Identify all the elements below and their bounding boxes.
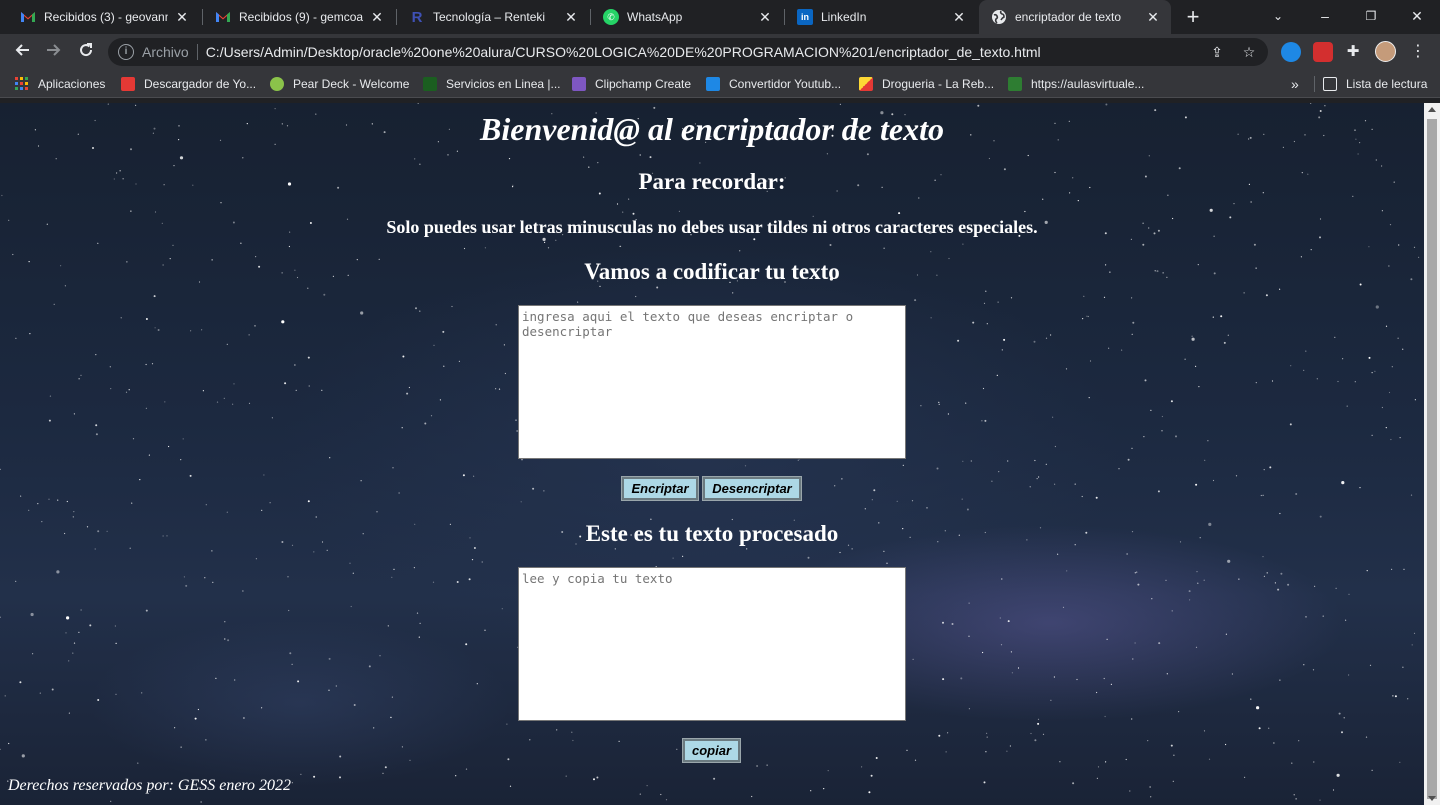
page-viewport: Bienvenid@ al encriptador de texto Para … [0, 103, 1424, 805]
reading-list-label: Lista de lectura [1346, 77, 1428, 91]
tab-title: encriptador de texto [1015, 10, 1122, 24]
decrypt-button[interactable]: Desencriptar [702, 476, 802, 501]
clipchamp-icon [572, 77, 586, 91]
tab-title: Recibidos (9) - gemcoas [239, 10, 363, 24]
extension-icon[interactable] [1313, 42, 1333, 62]
whatsapp-icon: ✆ [603, 9, 619, 25]
tab-title: LinkedIn [821, 10, 867, 24]
star-icon[interactable]: ☆ [1241, 44, 1257, 60]
page-scrollbar[interactable] [1424, 103, 1440, 805]
bookmark-convertidor[interactable]: Convertidor Youtub... [706, 70, 841, 98]
download-icon [121, 77, 135, 91]
site-icon [1008, 77, 1022, 91]
reminder-text: Solo puedes usar letras minusculas no de… [386, 217, 1038, 237]
encrypt-button[interactable]: Encriptar [621, 476, 699, 501]
result-heading: Este es tu texto procesado [585, 521, 839, 546]
back-arrow-icon [15, 44, 29, 56]
close-icon[interactable]: ✕ [951, 9, 967, 25]
pear-icon [270, 77, 284, 91]
forward-button[interactable] [40, 38, 68, 66]
bookmarks-bar: Aplicaciones Descargador de Yo... Pear D… [0, 70, 1440, 98]
bookmark-label: Aplicaciones [38, 77, 106, 91]
tab-encriptador[interactable]: encriptador de texto ✕ [979, 0, 1171, 34]
scheme-label: Archivo [142, 44, 189, 60]
restore-button[interactable]: ❐ [1348, 0, 1394, 34]
tab-title: WhatsApp [627, 10, 683, 24]
bookmark-label: https://aulasvirtuale... [1031, 77, 1145, 91]
tab-gmail-2[interactable]: Recibidos (9) - gemcoas ✕ [203, 0, 395, 34]
scroll-up-icon[interactable] [1428, 107, 1436, 112]
bookmark-drogueria[interactable]: Drogueria - La Reb... [859, 70, 994, 98]
bookmark-aulasvirtuales[interactable]: https://aulasvirtuale... [1008, 70, 1144, 98]
bookmark-pear-deck[interactable]: Pear Deck - Welcome [270, 70, 409, 98]
browser-toolbar: i Archivo C:/Users/Admin/Desktop/oracle%… [0, 34, 1440, 70]
close-icon[interactable]: ✕ [757, 9, 773, 25]
drogueria-icon [859, 77, 873, 91]
tab-title: Recibidos (3) - geovanna [44, 10, 168, 24]
bookmark-clipchamp[interactable]: Clipchamp Create [572, 70, 691, 98]
tab-linkedin[interactable]: in LinkedIn ✕ [785, 0, 977, 34]
close-icon[interactable]: ✕ [563, 9, 579, 25]
bookmarks-divider [1314, 70, 1315, 98]
share-icon[interactable]: ⇪ [1209, 44, 1225, 60]
avatar[interactable] [1375, 41, 1396, 62]
renteki-icon: R [411, 8, 423, 26]
puzzle-icon[interactable]: ✚ [1345, 44, 1361, 60]
reading-list-button[interactable]: Lista de lectura [1323, 70, 1427, 98]
input-textarea[interactable] [518, 305, 906, 459]
output-textarea[interactable] [518, 567, 906, 721]
bookmark-label: Servicios en Linea |... [446, 77, 561, 91]
footer-text: Derechos reservados por: GESS enero 2022 [8, 777, 292, 794]
linkedin-icon: in [797, 9, 813, 25]
tab-gmail-1[interactable]: Recibidos (3) - geovanna ✕ [8, 0, 200, 34]
tab-whatsapp[interactable]: ✆ WhatsApp ✕ [591, 0, 783, 34]
scroll-down-icon[interactable] [1428, 796, 1436, 801]
tab-strip: Recibidos (3) - geovanna ✕ Recibidos (9)… [0, 0, 1440, 34]
forward-arrow-icon [47, 44, 61, 56]
bookmark-label: Drogueria - La Reb... [882, 77, 995, 91]
site-icon [423, 77, 437, 91]
apps-grid-icon [15, 77, 29, 91]
close-icon[interactable]: ✕ [174, 9, 190, 25]
address-separator [196, 44, 198, 60]
bookmark-label: Pear Deck - Welcome [293, 77, 410, 91]
tab-search-icon[interactable]: ⌄ [1255, 0, 1301, 34]
new-tab-button[interactable]: + [1180, 4, 1206, 30]
page-title: Bienvenid@ al encriptador de texto [480, 111, 944, 147]
copy-button[interactable]: copiar [682, 738, 741, 763]
bookmark-aplicaciones[interactable]: Aplicaciones [15, 70, 105, 98]
reading-list-icon [1323, 77, 1337, 91]
close-icon[interactable]: ✕ [1145, 9, 1161, 25]
bookmark-label: Descargador de Yo... [144, 77, 257, 91]
back-button[interactable] [8, 38, 36, 66]
reload-button[interactable] [72, 38, 100, 66]
tab-renteki[interactable]: R Tecnología – Renteki ✕ [397, 0, 589, 34]
gmail-icon [20, 9, 36, 25]
info-icon[interactable]: i [118, 44, 134, 60]
close-window-button[interactable]: ✕ [1394, 0, 1440, 34]
close-icon[interactable]: ✕ [369, 9, 385, 25]
scrollbar-thumb[interactable] [1427, 119, 1437, 799]
address-bar[interactable]: i Archivo C:/Users/Admin/Desktop/oracle%… [108, 38, 1268, 66]
menu-icon[interactable]: ⋮ [1410, 44, 1426, 60]
bookmark-servicios[interactable]: Servicios en Linea |... [423, 70, 561, 98]
bookmark-label: Clipchamp Create [595, 77, 692, 91]
video-icon [706, 77, 720, 91]
more-bookmarks-button[interactable]: » [1291, 70, 1299, 98]
tab-title: Tecnología – Renteki [433, 10, 546, 24]
bookmark-label: Convertidor Youtub... [729, 77, 842, 91]
encode-heading: Vamos a codificar tu texto [584, 259, 840, 284]
bookmark-descargador[interactable]: Descargador de Yo... [121, 70, 256, 98]
reminder-heading: Para recordar: [638, 169, 786, 194]
gmail-icon [215, 9, 231, 25]
url-text[interactable]: C:/Users/Admin/Desktop/oracle%20one%20al… [206, 44, 1041, 60]
extension-icon[interactable] [1281, 42, 1301, 62]
globe-icon [991, 9, 1007, 25]
reload-icon [80, 43, 93, 57]
minimize-button[interactable]: – [1302, 0, 1348, 34]
